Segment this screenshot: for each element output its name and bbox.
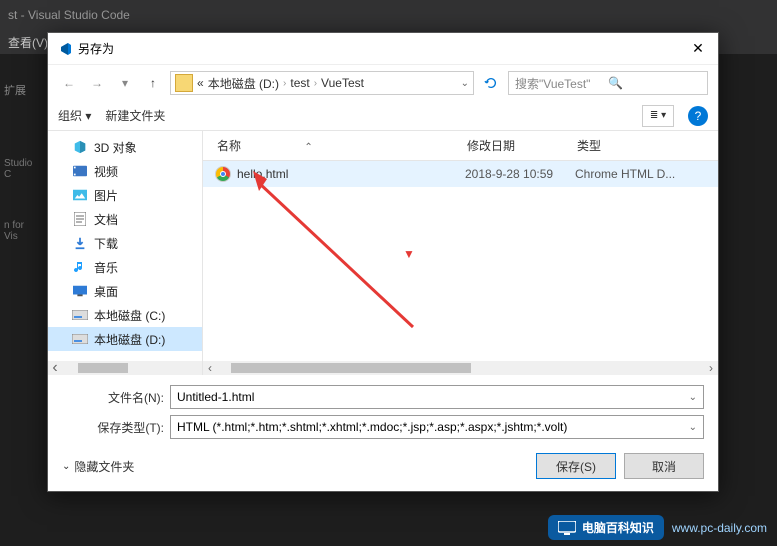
annotation-marker: ▼ (403, 247, 415, 261)
image-icon (72, 188, 88, 202)
search-input[interactable]: 搜索"VueTest" 🔍 (508, 71, 708, 95)
tree-scroll-thumb[interactable] (78, 363, 128, 373)
breadcrumb-folder-vuetest[interactable]: VueTest (321, 76, 364, 90)
video-icon (72, 164, 88, 178)
nav-recent-button[interactable]: ▾ (114, 72, 136, 94)
breadcrumb-sep-1: › (283, 78, 286, 89)
tree-music[interactable]: 音乐 (48, 255, 202, 279)
doc-icon (72, 212, 88, 226)
file-hscrollbar[interactable]: ‹› (203, 361, 718, 375)
organize-button[interactable]: 组织 ▾ (58, 107, 91, 124)
breadcrumb-dropdown-icon[interactable]: ⌄ (461, 78, 469, 89)
file-type: Chrome HTML D... (575, 167, 675, 181)
file-list[interactable]: hello.html 2018-9-28 10:59 Chrome HTML D… (203, 161, 718, 361)
watermark-url: www.pc-daily.com (672, 521, 767, 535)
help-button[interactable]: ? (688, 106, 708, 126)
tree-hscrollbar[interactable]: ‹ (48, 361, 202, 375)
refresh-button[interactable] (480, 72, 502, 94)
column-type[interactable]: 类型 (577, 137, 718, 154)
breadcrumb-prefix: « (197, 76, 204, 90)
search-icon: 🔍 (608, 76, 701, 90)
nav-back-button[interactable]: ← (58, 72, 80, 94)
watermark-badge: 电脑百科知识 (548, 515, 664, 540)
tree-downloads[interactable]: 下载 (48, 231, 202, 255)
drive-icon (72, 332, 88, 346)
tree-3d-objects[interactable]: 3D 对象 (48, 135, 202, 159)
cancel-button[interactable]: 取消 (624, 453, 704, 479)
file-date: 2018-9-28 10:59 (465, 167, 575, 181)
save-button[interactable]: 保存(S) (536, 453, 616, 479)
dialog-body: 3D 对象 视频 图片 文档 下载 音乐 桌面 本地磁盘 (C:) 本地磁盘 (… (48, 131, 718, 375)
monitor-icon (558, 521, 576, 535)
breadcrumb[interactable]: « 本地磁盘 (D:) › test › VueTest ⌄ (170, 71, 474, 95)
column-date[interactable]: 修改日期 (467, 137, 577, 154)
dialog-titlebar: 另存为 ✕ (48, 33, 718, 65)
sidebar-fragment-1: Studio C (4, 158, 40, 180)
filetype-select[interactable]: HTML (*.html;*.htm;*.shtml;*.xhtml;*.mdo… (170, 415, 704, 439)
tree-desktop[interactable]: 桌面 (48, 279, 202, 303)
tree-videos[interactable]: 视频 (48, 159, 202, 183)
watermark: 电脑百科知识 www.pc-daily.com (548, 515, 767, 540)
chrome-icon (215, 166, 231, 182)
tree-drive-c[interactable]: 本地磁盘 (C:) (48, 303, 202, 327)
sort-icon: ⌃ (304, 142, 312, 153)
search-placeholder: 搜索"VueTest" (515, 75, 608, 92)
vscode-title-text: st - Visual Studio Code (8, 8, 130, 22)
folder-icon (175, 74, 193, 92)
breadcrumb-folder-test[interactable]: test (290, 76, 309, 90)
new-folder-button[interactable]: 新建文件夹 (105, 107, 165, 124)
toolbar: 组织 ▾ 新建文件夹 ≣ ▾ ? (48, 101, 718, 131)
filename-label: 文件名(N): (62, 389, 170, 406)
drive-icon (72, 308, 88, 322)
close-button[interactable]: ✕ (686, 37, 710, 61)
app-icon (56, 41, 72, 57)
hide-folders-toggle[interactable]: ⌄ 隐藏文件夹 (62, 458, 134, 475)
music-icon (72, 260, 88, 274)
tree-drive-d[interactable]: 本地磁盘 (D:) (48, 327, 202, 351)
breadcrumb-disk[interactable]: 本地磁盘 (D:) (208, 75, 279, 92)
file-scroll-thumb[interactable] (231, 363, 471, 373)
column-headers: 名称 ⌃ 修改日期 类型 (203, 131, 718, 161)
menu-view[interactable]: 查看(V) (8, 34, 48, 51)
dialog-title-text: 另存为 (78, 40, 114, 57)
breadcrumb-sep-2: › (314, 78, 317, 89)
nav-row: ← → ▾ ↑ « 本地磁盘 (D:) › test › VueTest ⌄ 搜… (48, 65, 718, 101)
cube-icon (72, 140, 88, 154)
vscode-titlebar: st - Visual Studio Code (0, 0, 777, 30)
filename-input[interactable]: Untitled-1.html⌄ (170, 385, 704, 409)
tree-documents[interactable]: 文档 (48, 207, 202, 231)
vscode-sidebar: 扩展 Studio C n for Vis (0, 78, 44, 246)
file-area: 名称 ⌃ 修改日期 类型 hello.html 2018-9-28 10:59 … (203, 131, 718, 375)
filename-dropdown-icon[interactable]: ⌄ (689, 392, 697, 403)
file-name: hello.html (237, 167, 465, 181)
folder-tree: 3D 对象 视频 图片 文档 下载 音乐 桌面 本地磁盘 (C:) 本地磁盘 (… (48, 131, 203, 375)
chevron-down-icon: ⌄ (62, 461, 70, 472)
tree-pictures[interactable]: 图片 (48, 183, 202, 207)
save-as-dialog: 另存为 ✕ ← → ▾ ↑ « 本地磁盘 (D:) › test › VueTe… (47, 32, 719, 492)
nav-up-button[interactable]: ↑ (142, 72, 164, 94)
file-row[interactable]: hello.html 2018-9-28 10:59 Chrome HTML D… (203, 161, 718, 187)
filetype-dropdown-icon[interactable]: ⌄ (689, 422, 697, 433)
view-mode-button[interactable]: ≣ ▾ (642, 105, 674, 127)
dialog-footer: 文件名(N): Untitled-1.html⌄ 保存类型(T): HTML (… (48, 375, 718, 491)
sidebar-fragment-2: n for Vis (4, 220, 40, 242)
sidebar-ext-label: 扩展 (4, 82, 40, 98)
desktop-icon (72, 284, 88, 298)
download-icon (72, 236, 88, 250)
nav-forward-button: → (86, 72, 108, 94)
column-name[interactable]: 名称 ⌃ (217, 137, 467, 154)
filetype-label: 保存类型(T): (62, 419, 170, 436)
